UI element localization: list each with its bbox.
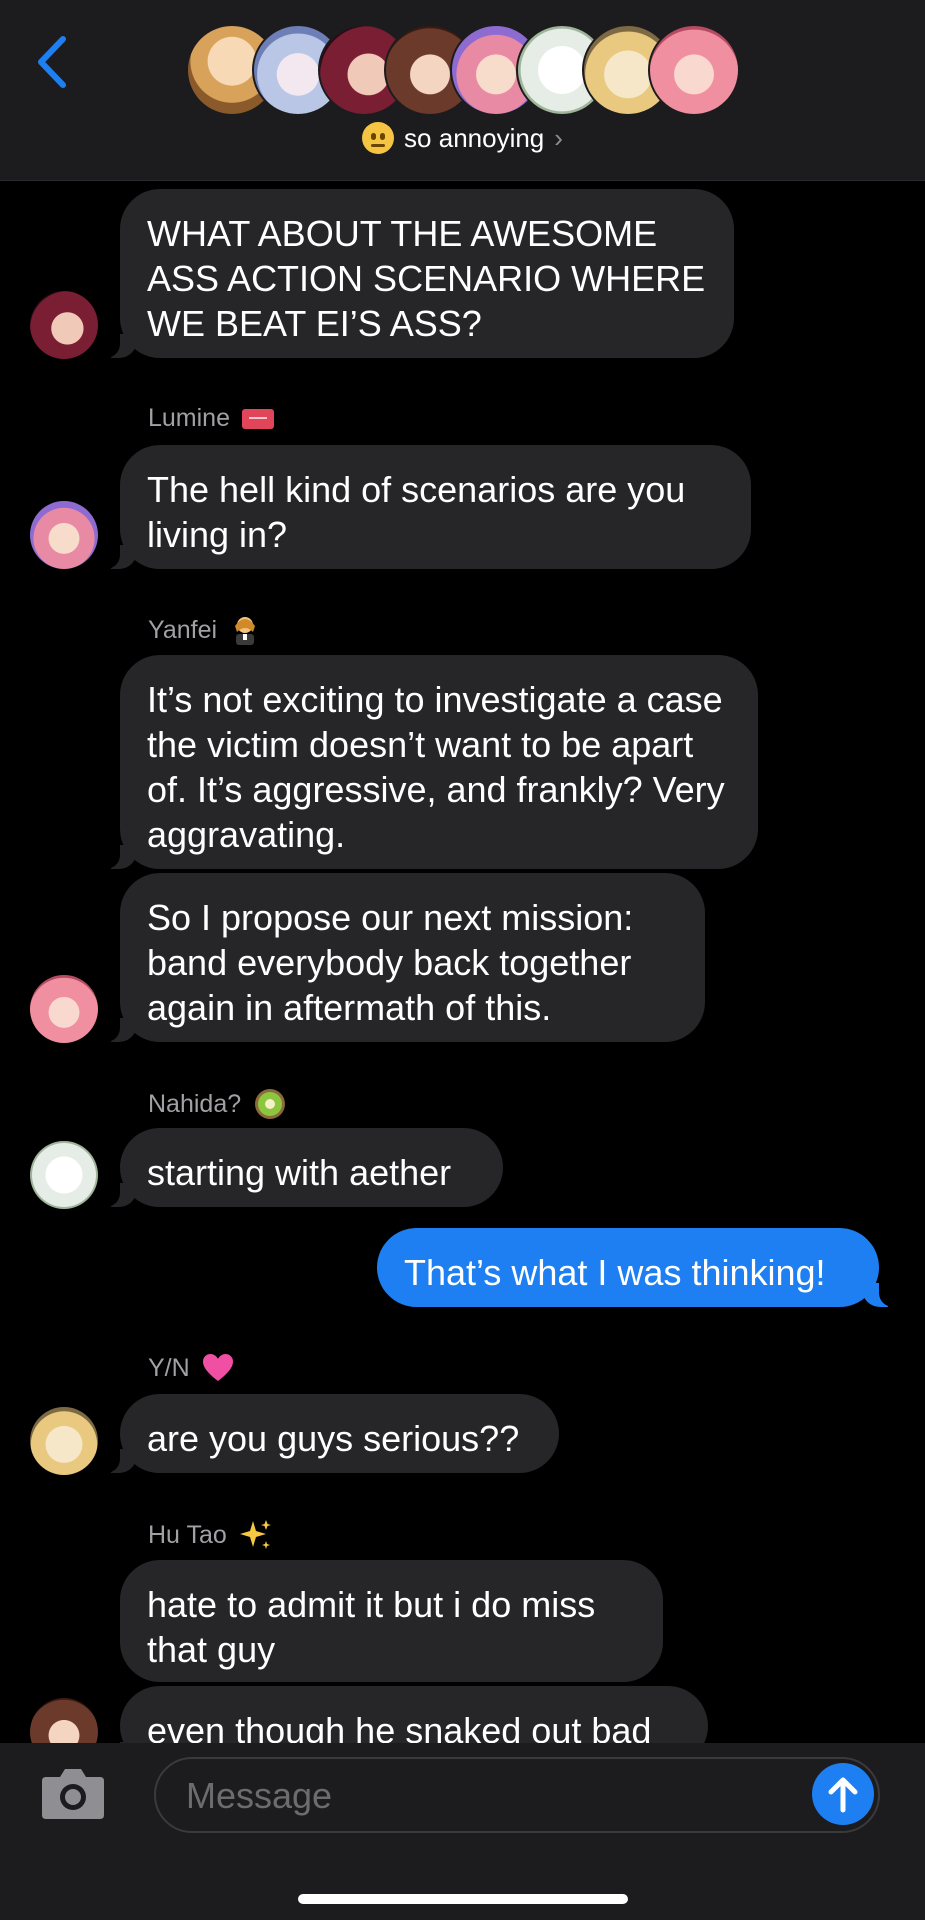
home-indicator[interactable] (298, 1894, 628, 1904)
message-input-container (154, 1757, 880, 1833)
sender-name-label: Yanfei (148, 615, 218, 644)
message-composer (0, 1743, 925, 1920)
message-bubble[interactable]: are you guys serious?? (94, 1394, 559, 1473)
message-bubble[interactable]: hate to admit it but i do miss that guy (120, 1560, 663, 1682)
sender-name: Nahida? (148, 1087, 287, 1121)
conversation-header: so annoying › (0, 0, 925, 181)
message-bubble[interactable]: starting with aether (94, 1128, 503, 1207)
message-text: So I propose our next mission: band ever… (147, 897, 634, 1028)
sender-name-label: Hu Tao (148, 1520, 227, 1549)
group-avatars[interactable] (186, 24, 746, 116)
camera-icon (42, 1769, 104, 1819)
sender-avatar[interactable] (30, 501, 98, 569)
sender-avatar[interactable] (30, 291, 98, 359)
sender-name: Yanfei (148, 614, 261, 646)
sender-name: Lumine (148, 404, 274, 433)
sender-name-label: Lumine (148, 404, 230, 432)
sender-name: Y/N (148, 1353, 234, 1383)
neutral-face-icon (362, 122, 395, 154)
message-text: The hell kind of scenarios are you livin… (147, 469, 686, 555)
message-bubble[interactable]: WHAT ABOUT THE AWESOME ASS ACTION SCENAR… (94, 189, 734, 358)
message-text: That’s what I was thinking! (404, 1252, 826, 1293)
message-input[interactable] (184, 1769, 748, 1823)
arrow-up-icon (828, 1777, 858, 1813)
message-bubble[interactable]: The hell kind of scenarios are you livin… (94, 445, 751, 569)
chevron-left-icon (38, 36, 66, 88)
chevron-right-icon: › (554, 122, 563, 153)
avatar (648, 24, 740, 116)
message-text: are you guys serious?? (147, 1418, 520, 1459)
outgoing-message-bubble[interactable]: That’s what I was thinking! (377, 1228, 905, 1307)
message-text: It’s not exciting to investigate a case … (147, 679, 725, 855)
sender-name: Hu Tao (148, 1518, 273, 1552)
message-text: WHAT ABOUT THE AWESOME ASS ACTION SCENAR… (147, 213, 706, 344)
pink-heart-icon (202, 1354, 233, 1381)
sender-name-label: Y/N (148, 1353, 190, 1382)
sender-avatar[interactable] (30, 975, 98, 1043)
group-title[interactable]: so annoying › (0, 122, 925, 154)
message-text: hate to admit it but i do miss that guy (147, 1584, 596, 1670)
camera-button[interactable] (38, 1765, 108, 1821)
message-bubble[interactable]: So I propose our next mission: band ever… (94, 873, 705, 1042)
group-name-label: so annoying (404, 122, 545, 153)
message-bubble[interactable]: It’s not exciting to investigate a case … (94, 655, 758, 869)
sender-avatar[interactable] (30, 1407, 98, 1475)
message-text: starting with aether (147, 1152, 452, 1193)
sender-name-label: Nahida? (148, 1089, 242, 1118)
back-button[interactable] (32, 32, 72, 92)
send-button[interactable] (812, 1763, 874, 1825)
sparkles-icon (239, 1520, 271, 1549)
kiwi-icon (255, 1089, 286, 1119)
admission-ticket-icon (242, 408, 274, 429)
sender-avatar[interactable] (30, 1141, 98, 1209)
judge-icon (235, 617, 256, 645)
